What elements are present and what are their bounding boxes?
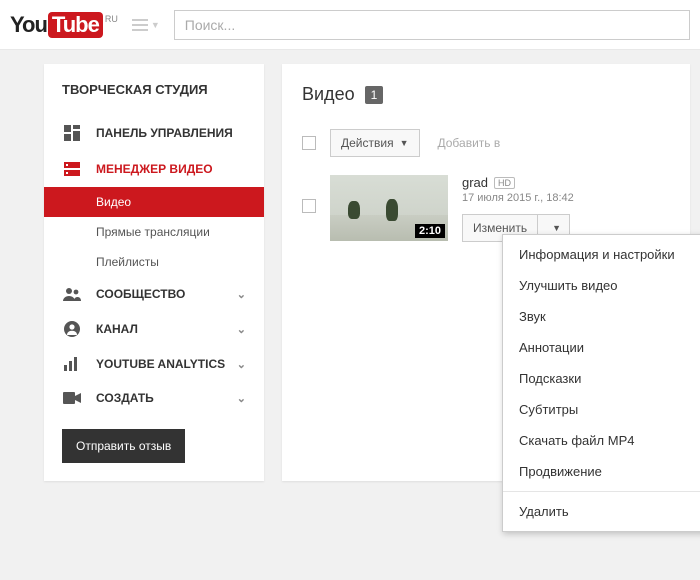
dd-enhance[interactable]: Улучшить видео: [503, 270, 700, 301]
caret-down-icon: ▼: [400, 138, 409, 148]
video-title[interactable]: grad: [462, 175, 488, 190]
add-to-button: Добавить в: [428, 130, 511, 156]
chevron-down-icon: ⌄: [237, 358, 246, 371]
community-icon: [62, 287, 82, 301]
dd-info-settings[interactable]: Информация и настройки: [503, 239, 700, 270]
logo-tube-text: Tube: [48, 12, 103, 38]
analytics-icon: [62, 357, 82, 371]
video-date: 17 июля 2015 г., 18:42: [462, 192, 574, 204]
actions-button[interactable]: Действия ▼: [330, 129, 420, 157]
nav-video-manager[interactable]: МЕНЕДЖЕР ВИДЕО: [44, 151, 264, 187]
video-manager-submenu: Видео Прямые трансляции Плейлисты: [44, 187, 264, 277]
dd-cards[interactable]: Подсказки: [503, 363, 700, 394]
select-all-checkbox[interactable]: [302, 136, 316, 150]
toolbar: Действия ▼ Добавить в: [302, 129, 670, 157]
sidebar-title: ТВОРЧЕСКАЯ СТУДИЯ: [44, 82, 264, 115]
video-info: grad HD 17 июля 2015 г., 18:42 Изменить …: [462, 175, 574, 242]
video-duration: 2:10: [415, 224, 445, 238]
nav-label: СООБЩЕСТВО: [96, 287, 185, 301]
logo-you-text: You: [10, 12, 47, 38]
actions-label: Действия: [341, 136, 394, 150]
nav-channel[interactable]: КАНАЛ ⌄: [44, 311, 264, 347]
top-bar: You Tube RU ▼: [0, 0, 700, 50]
nav-create[interactable]: СОЗДАТЬ ⌄: [44, 381, 264, 415]
dd-annotations[interactable]: Аннотации: [503, 332, 700, 363]
chevron-down-icon: ⌄: [237, 323, 246, 336]
nav-label: ПАНЕЛЬ УПРАВЛЕНИЯ: [96, 126, 233, 140]
dd-delete[interactable]: Удалить: [503, 496, 700, 527]
hd-badge: HD: [494, 177, 515, 189]
logo-region: RU: [105, 14, 118, 24]
channel-icon: [62, 321, 82, 337]
sidebar: ТВОРЧЕСКАЯ СТУДИЯ ПАНЕЛЬ УПРАВЛЕНИЯ МЕНЕ…: [44, 64, 264, 481]
nav-label: YOUTUBE ANALYTICS: [96, 357, 225, 371]
dd-subtitles[interactable]: Субтитры: [503, 394, 700, 425]
dropdown-separator: [503, 491, 700, 492]
search-input[interactable]: [174, 10, 690, 40]
main-content: Видео 1 Действия ▼ Добавить в 2:10 grad …: [282, 64, 690, 481]
caret-down-icon: ▼: [552, 223, 561, 233]
sub-item-playlists[interactable]: Плейлисты: [44, 247, 264, 277]
sub-item-live[interactable]: Прямые трансляции: [44, 217, 264, 247]
dd-promote[interactable]: Продвижение: [503, 456, 700, 487]
video-checkbox[interactable]: [302, 199, 316, 213]
video-row: 2:10 grad HD 17 июля 2015 г., 18:42 Изме…: [302, 171, 670, 242]
page-title-text: Видео: [302, 84, 355, 105]
chevron-down-icon: ⌄: [237, 392, 246, 405]
chevron-down-icon: ⌄: [237, 288, 246, 301]
nav-label: МЕНЕДЖЕР ВИДЕО: [96, 162, 213, 176]
dd-audio[interactable]: Звук: [503, 301, 700, 332]
guide-menu-icon[interactable]: ▼: [132, 19, 160, 31]
create-icon: [62, 392, 82, 404]
nav-label: КАНАЛ: [96, 322, 138, 336]
page-title: Видео 1: [302, 84, 670, 105]
video-manager-icon: [62, 161, 82, 177]
nav-label: СОЗДАТЬ: [96, 391, 154, 405]
video-count-badge: 1: [365, 86, 384, 104]
youtube-logo[interactable]: You Tube RU: [10, 12, 118, 38]
video-thumbnail[interactable]: 2:10: [330, 175, 448, 241]
dashboard-icon: [62, 125, 82, 141]
search-box: [174, 10, 690, 40]
dd-download-mp4[interactable]: Скачать файл MP4: [503, 425, 700, 456]
feedback-button[interactable]: Отправить отзыв: [62, 429, 185, 463]
nav-dashboard[interactable]: ПАНЕЛЬ УПРАВЛЕНИЯ: [44, 115, 264, 151]
nav-analytics[interactable]: YOUTUBE ANALYTICS ⌄: [44, 347, 264, 381]
edit-dropdown-menu: Информация и настройки Улучшить видео Зв…: [502, 234, 700, 532]
nav-community[interactable]: СООБЩЕСТВО ⌄: [44, 277, 264, 311]
sub-item-videos[interactable]: Видео: [44, 187, 264, 217]
